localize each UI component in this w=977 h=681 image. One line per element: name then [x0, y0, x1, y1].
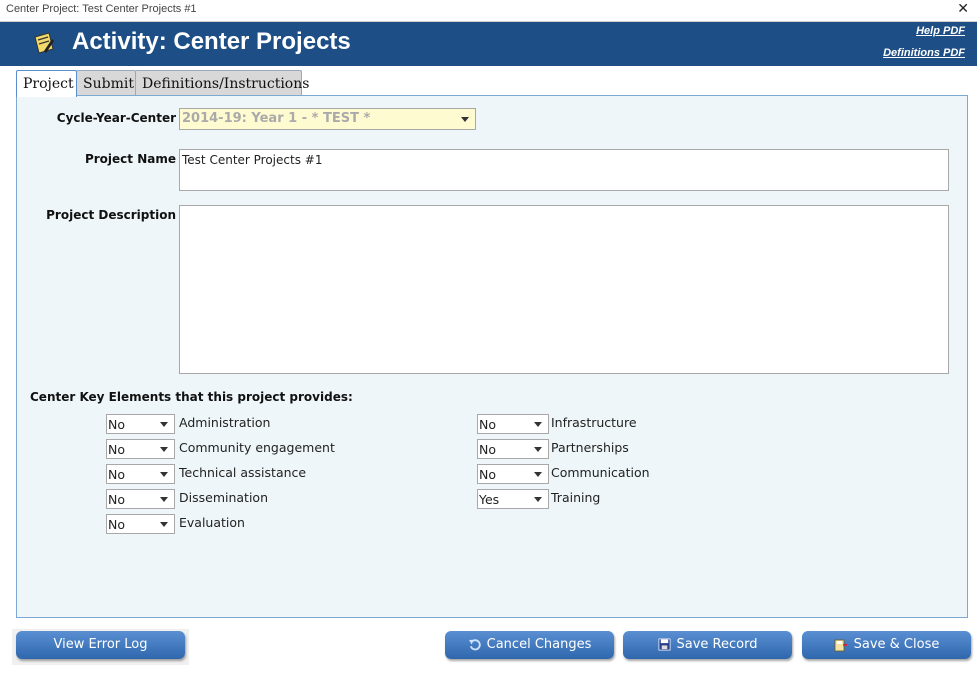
cancel-changes-label: Cancel Changes — [486, 637, 592, 652]
communication-label: Communication — [551, 465, 650, 480]
technical-assistance-label: Technical assistance — [179, 465, 307, 480]
training-dropdown[interactable]: Yes — [477, 489, 549, 509]
save-close-label: Save & Close — [853, 637, 940, 652]
cycle-year-center-value: 2014-19: Year 1 - * TEST * — [182, 111, 371, 126]
chevron-down-icon — [534, 422, 542, 427]
partnerships-value: No — [479, 442, 496, 457]
definitions-pdf-link[interactable]: Definitions PDF — [883, 47, 965, 59]
administration-dropdown[interactable]: No — [106, 414, 175, 434]
window-titlebar: Center Project: Test Center Projects #1 … — [0, 0, 977, 22]
evaluation-dropdown[interactable]: No — [106, 514, 175, 534]
community-engagement-value: No — [108, 442, 125, 457]
save-close-icon — [834, 639, 848, 651]
project-description-label: Project Description — [46, 208, 176, 222]
infrastructure-label: Infrastructure — [551, 415, 637, 430]
header-banner: Activity: Center Projects Help PDF Defin… — [0, 22, 977, 66]
floppy-disk-icon — [658, 638, 670, 651]
project-panel: Cycle-Year-Center 2014-19: Year 1 - * TE… — [16, 95, 968, 618]
training-value: Yes — [479, 492, 500, 507]
evaluation-value: No — [108, 517, 125, 532]
undo-icon — [468, 639, 481, 651]
technical-assistance-value: No — [108, 467, 125, 482]
project-name-label: Project Name — [84, 152, 176, 166]
training-label: Training — [551, 490, 601, 505]
infrastructure-value: No — [479, 417, 496, 432]
dissemination-dropdown[interactable]: No — [106, 489, 175, 509]
community-engagement-label: Community engagement — [179, 440, 335, 455]
cycle-year-center-label: Cycle-Year-Center — [56, 111, 176, 125]
project-name-field[interactable]: Test Center Projects #1 — [179, 149, 949, 191]
technical-assistance-dropdown[interactable]: No — [106, 464, 175, 484]
view-error-log-button[interactable]: View Error Log — [16, 631, 185, 659]
save-record-button[interactable]: Save Record — [623, 631, 792, 659]
chevron-down-icon — [534, 447, 542, 452]
communication-dropdown[interactable]: No — [477, 464, 549, 484]
tab-submit[interactable]: Submit — [76, 70, 136, 96]
chevron-down-icon — [160, 522, 168, 527]
tab-project[interactable]: Project — [16, 70, 77, 97]
cancel-changes-button[interactable]: Cancel Changes — [445, 631, 614, 659]
communication-value: No — [479, 467, 496, 482]
notepad-pencil-icon — [34, 32, 54, 54]
help-pdf-link[interactable]: Help PDF — [916, 25, 965, 37]
chevron-down-icon — [160, 472, 168, 477]
project-description-field[interactable] — [179, 205, 949, 374]
community-engagement-dropdown[interactable]: No — [106, 439, 175, 459]
partnerships-dropdown[interactable]: No — [477, 439, 549, 459]
administration-label: Administration — [179, 415, 271, 430]
chevron-down-icon — [534, 497, 542, 502]
infrastructure-dropdown[interactable]: No — [477, 414, 549, 434]
dissemination-label: Dissemination — [179, 490, 268, 505]
chevron-down-icon[interactable] — [461, 117, 469, 122]
save-record-label: Save Record — [676, 637, 758, 652]
chevron-down-icon — [534, 472, 542, 477]
dissemination-value: No — [108, 492, 125, 507]
partnerships-label: Partnerships — [551, 440, 629, 455]
window-title: Center Project: Test Center Projects #1 — [6, 3, 197, 15]
page-title: Activity: Center Projects — [72, 28, 351, 55]
chevron-down-icon — [160, 497, 168, 502]
key-elements-heading: Center Key Elements that this project pr… — [30, 390, 353, 404]
evaluation-label: Evaluation — [179, 515, 245, 530]
cycle-year-center-combo[interactable]: 2014-19: Year 1 - * TEST * — [179, 108, 476, 130]
tab-definitions-instructions[interactable]: Definitions/Instructions — [135, 70, 309, 96]
chevron-down-icon — [160, 447, 168, 452]
administration-value: No — [108, 417, 125, 432]
close-icon[interactable]: ✕ — [957, 1, 969, 17]
chevron-down-icon — [160, 422, 168, 427]
save-close-button[interactable]: Save & Close — [802, 631, 971, 659]
view-error-log-label: View Error Log — [53, 637, 148, 652]
